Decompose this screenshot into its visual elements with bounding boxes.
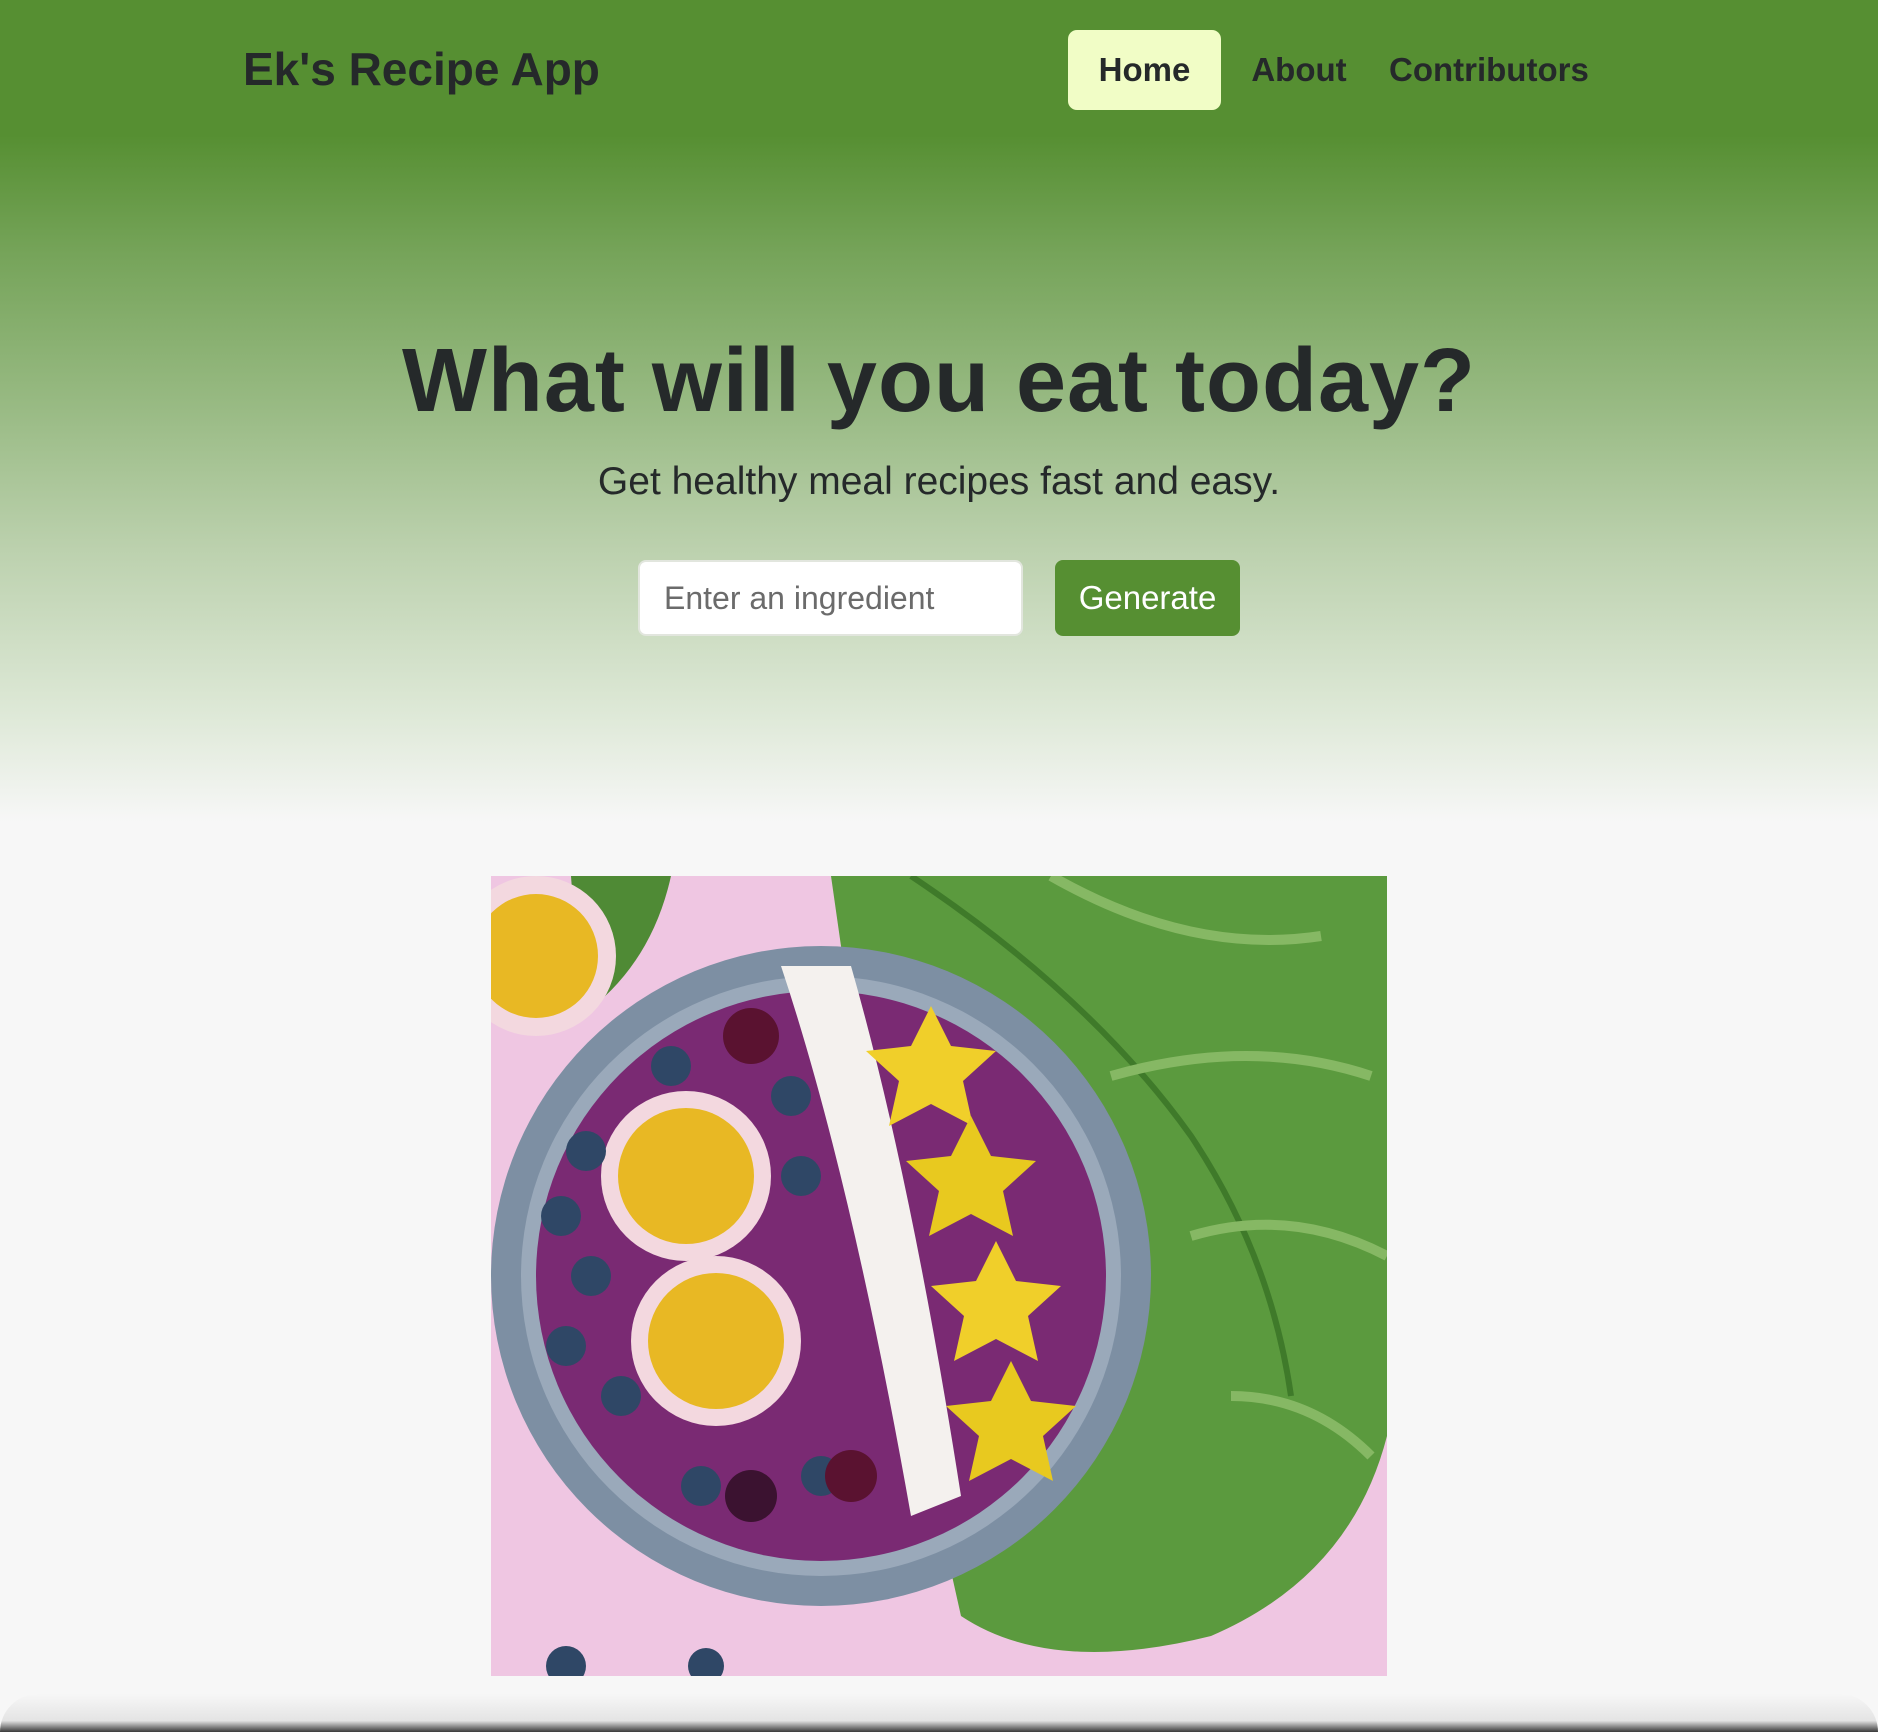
ingredient-input[interactable] [638, 560, 1023, 636]
hero-headline: What will you eat today? [401, 331, 1477, 431]
page: Ek's Recipe App Home About Contributors … [0, 0, 1878, 1732]
bottom-edge-shadow [0, 1694, 1878, 1732]
smoothie-bowl-image [491, 876, 1387, 1676]
brand-logo[interactable]: Ek's Recipe App [243, 42, 600, 96]
main-nav: Home About Contributors [1068, 30, 1589, 110]
nav-about[interactable]: About [1221, 30, 1377, 110]
nav-contributors[interactable]: Contributors [1377, 30, 1589, 110]
nav-home[interactable]: Home [1068, 30, 1221, 110]
hero-subheadline: Get healthy meal recipes fast and easy. [597, 460, 1281, 503]
generate-button[interactable]: Generate [1055, 560, 1240, 636]
